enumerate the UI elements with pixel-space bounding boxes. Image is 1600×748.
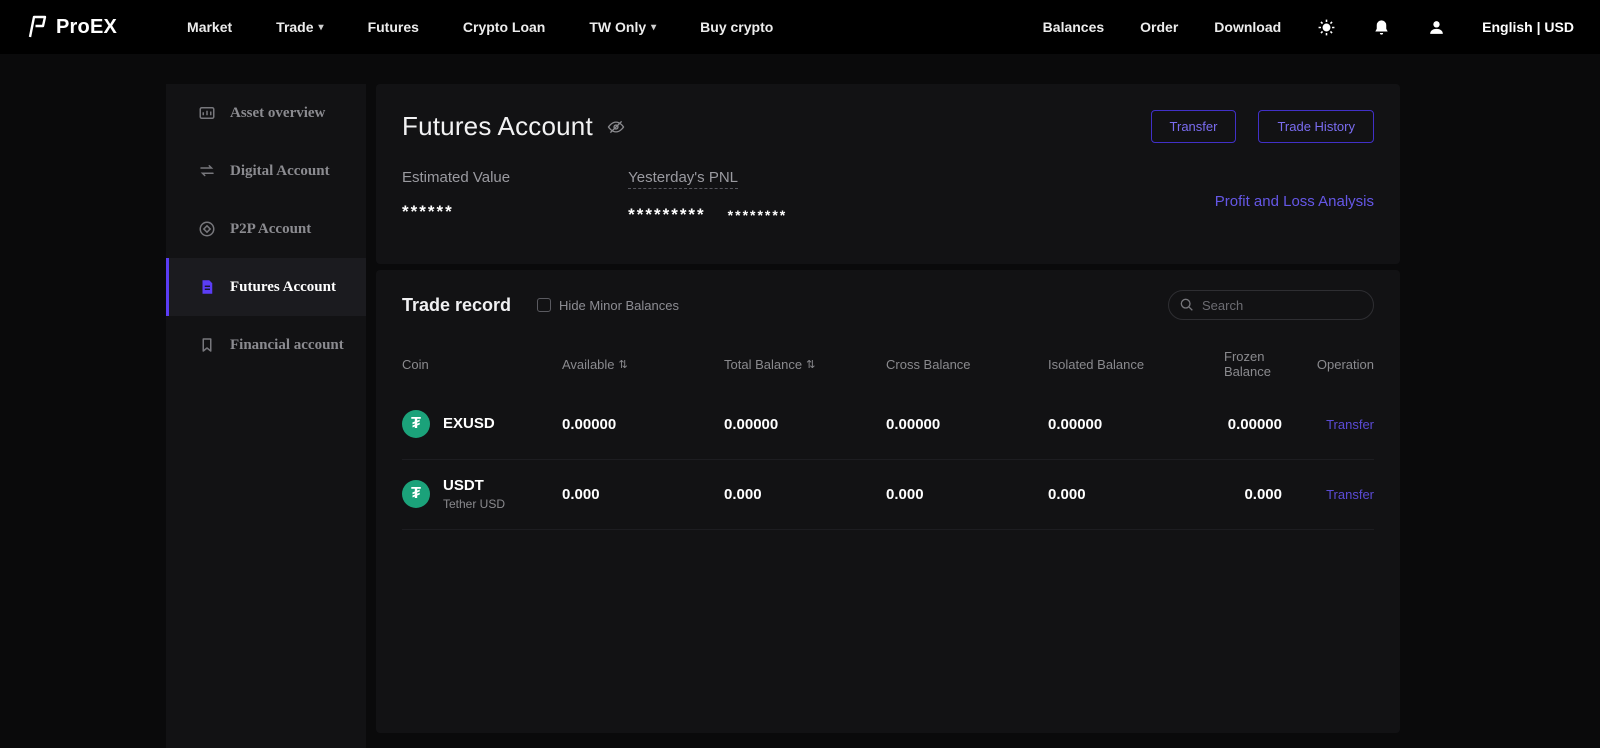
futures-account-card: Futures Account Transfer Trade History E… — [376, 84, 1400, 264]
locale-currency-selector[interactable]: English | USD — [1482, 19, 1574, 35]
row-transfer-link[interactable]: Transfer — [1326, 417, 1374, 432]
col-isolated-balance: Isolated Balance — [1048, 357, 1145, 373]
table-header-row: Coin Available ⇅ Total Balance ⇅ Cross Bal… — [402, 342, 1374, 390]
nav-balances[interactable]: Balances — [1043, 19, 1104, 35]
isolated-balance-value: 0.00000 — [1048, 415, 1103, 433]
sidebar-item-label: P2P Account — [230, 220, 312, 237]
frozen-balance-value: 0.000 — [1244, 485, 1282, 503]
yesterdays-pnl-value: ********* ******** — [628, 205, 788, 224]
nav-trade[interactable]: Trade ▾ — [276, 19, 323, 35]
available-value: 0.00000 — [562, 415, 617, 433]
transfer-button[interactable]: Transfer — [1150, 110, 1237, 143]
profit-loss-analysis-link[interactable]: Profit and Loss Analysis — [1215, 193, 1374, 210]
sidebar-item-futures-account[interactable]: Futures Account — [166, 258, 366, 316]
digital-account-icon — [198, 162, 216, 180]
isolated-balance-value: 0.000 — [1048, 485, 1086, 503]
sidebar-item-asset-overview[interactable]: Asset overview — [166, 84, 366, 142]
hide-minor-balances-toggle[interactable]: Hide Minor Balances — [537, 298, 679, 313]
estimated-value: ****** — [402, 202, 454, 221]
hide-balance-eye-icon[interactable] — [607, 118, 625, 136]
total-balance-value: 0.000 — [724, 485, 762, 503]
search-input[interactable] — [1168, 290, 1374, 320]
p2p-account-icon — [198, 220, 216, 238]
brand[interactable]: ProEX — [26, 15, 117, 39]
sort-icon[interactable]: ⇅ — [619, 358, 628, 371]
account-sidebar: Asset overview Digital Account P2P Accou… — [166, 84, 366, 748]
sidebar-item-label: Futures Account — [230, 278, 336, 295]
theme-sun-icon[interactable] — [1317, 18, 1336, 37]
sort-icon[interactable]: ⇅ — [806, 358, 815, 371]
tether-coin-icon: ₮ — [402, 410, 430, 439]
sidebar-item-label: Asset overview — [230, 104, 326, 121]
cross-balance-value: 0.000 — [886, 485, 924, 503]
sidebar-item-p2p-account[interactable]: P2P Account — [166, 200, 366, 258]
chevron-down-icon: ▾ — [651, 21, 657, 33]
sidebar-item-label: Digital Account — [230, 162, 330, 179]
cross-balance-value: 0.00000 — [886, 415, 941, 433]
col-frozen-balance: Frozen Balance — [1224, 349, 1271, 379]
chevron-down-icon: ▾ — [318, 21, 324, 33]
top-navbar: ProEX Market Trade ▾ Futures Crypto Loan … — [0, 0, 1600, 54]
notifications-bell-icon[interactable] — [1372, 18, 1391, 37]
tether-coin-icon: ₮ — [402, 480, 430, 509]
financial-account-icon — [198, 336, 216, 354]
asset-overview-icon — [198, 104, 216, 122]
sidebar-item-digital-account[interactable]: Digital Account — [166, 142, 366, 200]
nav-buy-crypto[interactable]: Buy crypto — [700, 19, 773, 35]
proex-logo-icon — [26, 15, 50, 39]
search-box — [1168, 290, 1374, 320]
coin-cell: ₮ EXUSD — [402, 410, 562, 439]
nav-futures[interactable]: Futures — [368, 19, 419, 35]
nav-order[interactable]: Order — [1140, 19, 1178, 35]
hide-minor-checkbox[interactable] — [537, 298, 552, 312]
yesterdays-pnl-label: Yesterday's PNL — [628, 169, 738, 189]
brand-name: ProEX — [56, 15, 118, 38]
sidebar-item-label: Financial account — [230, 336, 344, 353]
trade-record-title: Trade record — [402, 294, 512, 315]
nav-market[interactable]: Market — [187, 19, 232, 35]
nav-tw-only[interactable]: TW Only ▾ — [589, 19, 656, 35]
total-balance-value: 0.00000 — [724, 415, 779, 433]
trade-record-card: Trade record Hide Minor Balances Coin Av… — [376, 270, 1400, 733]
balances-table: Coin Available ⇅ Total Balance ⇅ Cross Bal… — [402, 342, 1374, 530]
nav-download[interactable]: Download — [1214, 19, 1281, 35]
search-icon — [1180, 298, 1193, 311]
col-available[interactable]: Available ⇅ — [562, 357, 724, 372]
table-row: ₮ USDT Tether USD 0.000 0.000 0.000 0.00… — [402, 460, 1374, 530]
coin-name: EXUSD — [443, 415, 495, 433]
table-row: ₮ EXUSD 0.00000 0.00000 0.00000 0.00000 … — [402, 390, 1374, 460]
coin-cell: ₮ USDT Tether USD — [402, 477, 562, 511]
col-cross-balance: Cross Balance — [886, 357, 971, 373]
col-operation: Operation — [1316, 357, 1374, 373]
futures-account-icon — [198, 278, 216, 296]
row-transfer-link[interactable]: Transfer — [1326, 487, 1374, 502]
estimated-value-label: Estimated Value — [402, 169, 511, 186]
available-value: 0.000 — [562, 485, 600, 503]
sidebar-item-financial-account[interactable]: Financial account — [166, 316, 366, 374]
trade-history-button[interactable]: Trade History — [1258, 110, 1374, 143]
hide-minor-label: Hide Minor Balances — [559, 297, 679, 313]
secondary-nav: Balances Order Download English | USD — [1043, 18, 1574, 37]
page-title: Futures Account — [402, 111, 593, 141]
coin-subtitle: Tether USD — [443, 497, 506, 512]
user-account-icon[interactable] — [1427, 18, 1446, 37]
coin-name: USDT — [443, 477, 484, 495]
col-coin: Coin — [402, 357, 429, 373]
col-total-balance[interactable]: Total Balance ⇅ — [724, 357, 886, 372]
nav-crypto-loan[interactable]: Crypto Loan — [463, 19, 545, 35]
primary-nav: Market Trade ▾ Futures Crypto Loan TW Onl… — [187, 19, 773, 35]
frozen-balance-value: 0.00000 — [1227, 415, 1282, 433]
